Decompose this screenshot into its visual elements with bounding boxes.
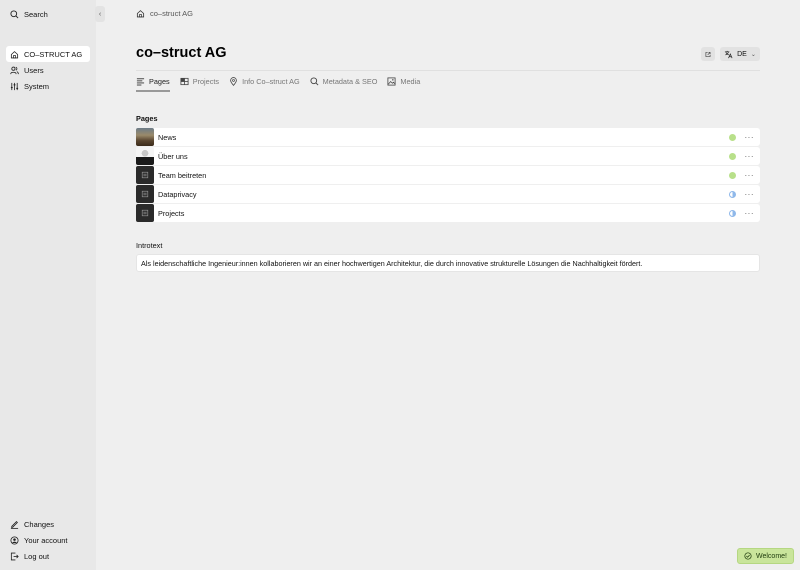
home-icon: [10, 50, 19, 58]
sidebar-item-system[interactable]: System: [6, 78, 90, 94]
sidebar-item-label: System: [24, 81, 50, 91]
pages-section-label: Pages: [136, 114, 158, 123]
header-actions: DE ⌄: [701, 47, 760, 61]
collapse-sidebar-button[interactable]: ‹: [95, 6, 105, 22]
more-options-button[interactable]: ···: [745, 171, 755, 180]
tab-info[interactable]: Info Co–struct AG: [229, 75, 300, 88]
tab-metadata-seo[interactable]: Metadata & SEO: [310, 75, 378, 88]
language-label: DE: [737, 50, 747, 58]
page-name: Projects: [158, 208, 185, 218]
status-unlisted-icon[interactable]: [729, 190, 736, 198]
sidebar-item-your-account[interactable]: Your account: [6, 532, 90, 548]
page-row-projects[interactable]: Projects ···: [136, 204, 760, 222]
home-icon: [136, 10, 145, 18]
sidebar-item-co-struct-ag[interactable]: CO–STRUCT AG: [6, 46, 90, 62]
tabs: Pages Projects Info Co–struct AG Metadat…: [136, 70, 760, 92]
language-dropdown[interactable]: DE ⌄: [720, 47, 760, 61]
page-name: Team beitreten: [158, 170, 207, 180]
status-listed-icon[interactable]: [729, 171, 736, 179]
chevron-left-icon: ‹: [98, 10, 102, 18]
status-listed-icon[interactable]: [729, 133, 736, 141]
more-options-button[interactable]: ···: [745, 190, 755, 199]
page-placeholder-icon: [136, 185, 154, 203]
external-link-icon: [705, 51, 711, 57]
page-row-team-beitreten[interactable]: Team beitreten ···: [136, 166, 760, 184]
page-title: co–struct AG: [136, 45, 227, 61]
toast-label: Welcome!: [756, 552, 787, 560]
tab-media[interactable]: Media: [387, 75, 420, 88]
search-label: Search: [24, 9, 48, 19]
sidebar-item-label: Users: [24, 65, 44, 75]
search-icon: [310, 77, 319, 86]
chevron-down-icon: ⌄: [750, 51, 756, 58]
sidebar-item-users[interactable]: Users: [6, 62, 90, 78]
page-thumbnail: [136, 147, 154, 165]
status-listed-icon[interactable]: [729, 152, 736, 160]
list-icon: [136, 78, 145, 86]
logout-icon: [10, 552, 19, 560]
tab-projects[interactable]: Projects: [180, 75, 219, 88]
page-thumbnail: [136, 128, 154, 146]
image-icon: [387, 77, 396, 86]
check-circle-icon: [744, 552, 752, 560]
grid-icon: [180, 77, 189, 86]
page-row-dataprivacy[interactable]: Dataprivacy ···: [136, 185, 760, 203]
tab-label: Media: [400, 77, 421, 86]
sidebar-item-label: CO–STRUCT AG: [24, 49, 83, 59]
more-options-button[interactable]: ···: [745, 133, 755, 142]
page-name: Dataprivacy: [158, 189, 197, 199]
sidebar-item-label: Your account: [24, 535, 68, 545]
pages-list: News ··· Über uns ··· Team beitreten ···…: [136, 128, 760, 223]
breadcrumb: co–struct AG: [136, 9, 193, 18]
account-icon: [10, 535, 19, 545]
page-name: News: [158, 132, 177, 142]
search-button[interactable]: Search: [6, 6, 90, 22]
page-row-ueber-uns[interactable]: Über uns ···: [136, 147, 760, 165]
sidebar: Search CO–STRUCT AG Users System Changes…: [0, 0, 96, 570]
sidebar-item-log-out[interactable]: Log out: [6, 548, 90, 564]
more-options-button[interactable]: ···: [745, 152, 755, 161]
welcome-toast[interactable]: Welcome!: [737, 548, 794, 564]
page-placeholder-icon: [136, 204, 154, 222]
tab-pages[interactable]: Pages: [136, 75, 170, 92]
sidebar-item-changes[interactable]: Changes: [6, 516, 90, 532]
page-placeholder-icon: [136, 166, 154, 184]
tab-label: Projects: [192, 77, 220, 86]
pen-icon: [10, 520, 19, 529]
page-name: Über uns: [158, 151, 188, 161]
sliders-icon: [10, 82, 19, 90]
tab-label: Metadata & SEO: [322, 77, 378, 86]
users-icon: [10, 66, 19, 74]
sidebar-item-label: Log out: [24, 551, 50, 561]
introtext-field[interactable]: Als leidenschaftliche Ingenieur:innen ko…: [136, 254, 760, 272]
status-unlisted-icon[interactable]: [729, 209, 736, 217]
search-icon: [10, 9, 19, 18]
sidebar-item-label: Changes: [24, 519, 55, 529]
page-row-news[interactable]: News ···: [136, 128, 760, 146]
translate-icon: [725, 50, 733, 58]
breadcrumb-link[interactable]: co–struct AG: [150, 9, 193, 18]
tab-label: Info Co–struct AG: [242, 77, 300, 86]
open-preview-button[interactable]: [701, 47, 715, 61]
introtext-label: Introtext: [136, 241, 163, 250]
more-options-button[interactable]: ···: [745, 209, 755, 218]
pin-icon: [230, 77, 237, 86]
tab-label: Pages: [149, 77, 170, 86]
